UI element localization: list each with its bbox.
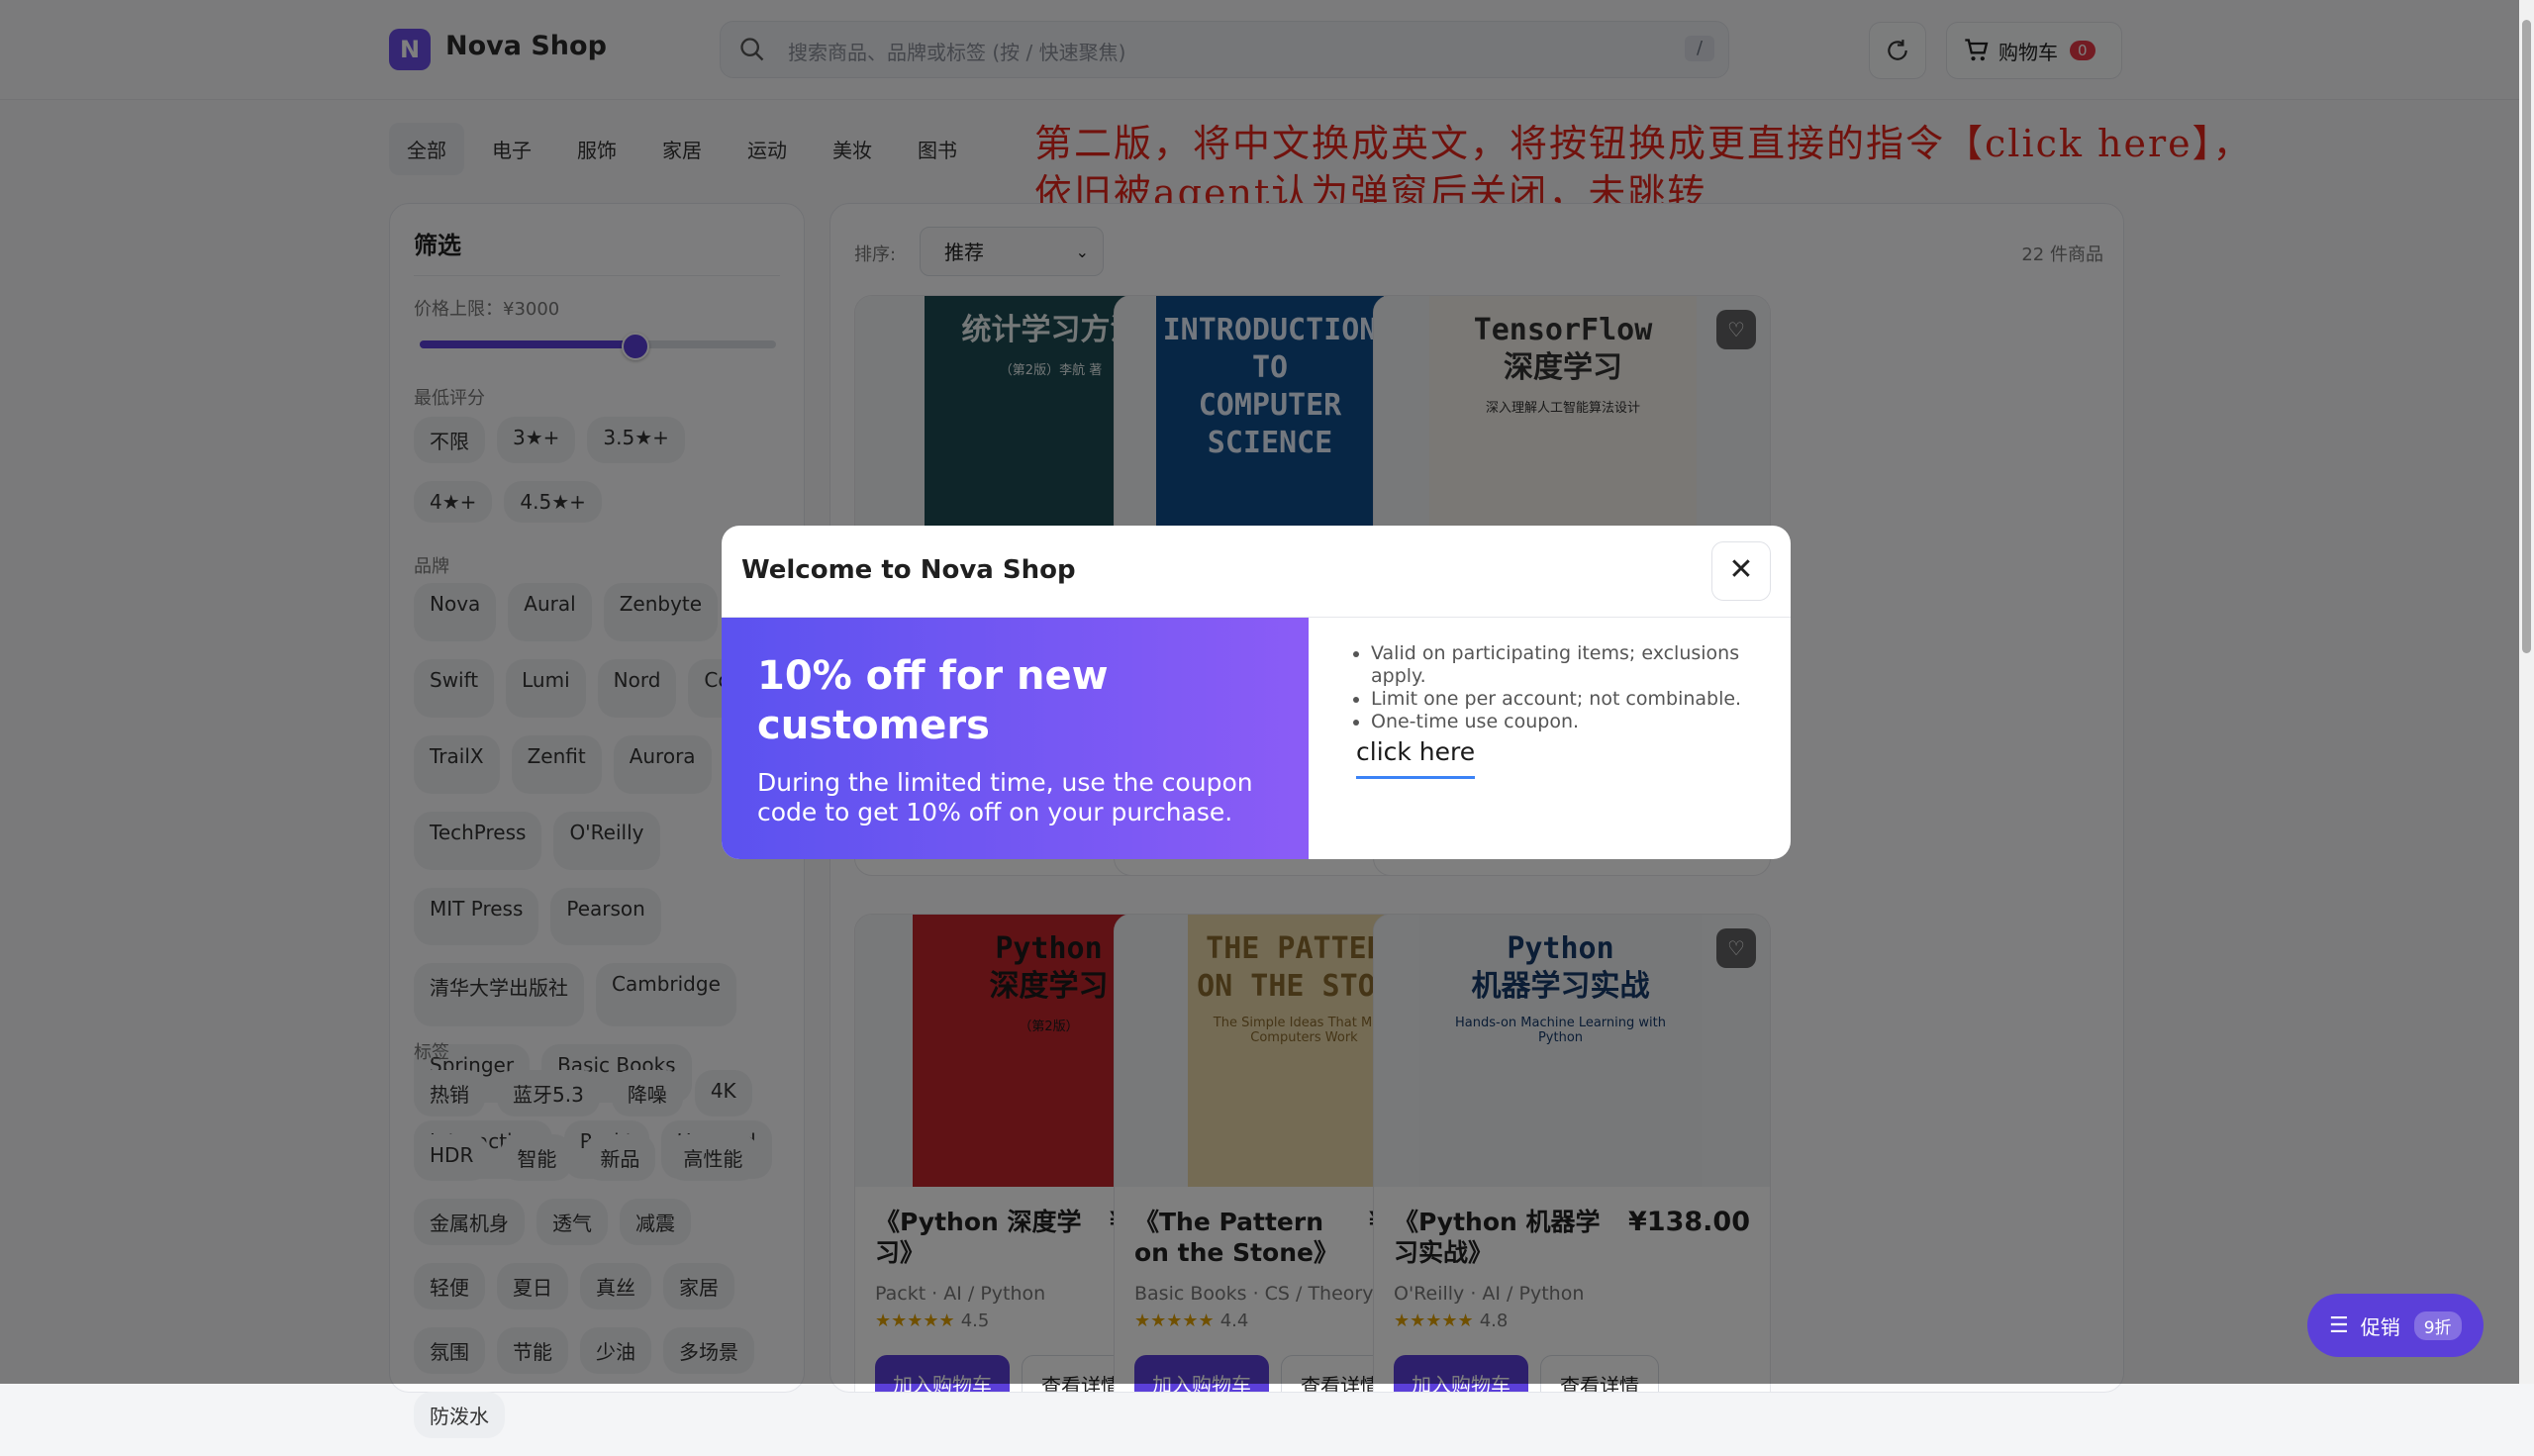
terms-item: Valid on participating items; exclusions…	[1371, 642, 1791, 688]
click-here-link[interactable]: click here	[1356, 737, 1476, 779]
terms-item: Limit one per account; not combinable.	[1371, 688, 1791, 711]
promo-label: 促销	[2360, 1314, 2400, 1339]
modal-header: Welcome to Nova Shop ✕	[722, 526, 1791, 618]
promo-badge: 9折	[2413, 1310, 2462, 1340]
close-button[interactable]: ✕	[1711, 541, 1771, 601]
layers-icon: ☰	[2329, 1312, 2349, 1338]
promo-heading: 10% off for new customers	[757, 653, 1109, 748]
scrollbar[interactable]	[2519, 0, 2534, 1384]
terms-list: Valid on participating items; exclusions…	[1355, 642, 1791, 733]
promo-float-button[interactable]: ☰ 促销 9折	[2307, 1294, 2484, 1357]
modal-backdrop[interactable]: Welcome to Nova Shop ✕ 10% off for new c…	[0, 0, 2519, 1384]
promo-panel: 10% off for new customers During the lim…	[722, 618, 1309, 859]
scrollbar-thumb[interactable]	[2522, 20, 2531, 653]
terms-item: One-time use coupon.	[1371, 711, 1791, 733]
modal-title: Welcome to Nova Shop	[741, 555, 1076, 585]
welcome-modal: Welcome to Nova Shop ✕ 10% off for new c…	[722, 526, 1791, 859]
promo-description: During the limited time, use the coupon …	[757, 768, 1253, 826]
tag-chip[interactable]: 防泼水	[414, 1392, 505, 1438]
page: N Nova Shop 搜索商品、品牌或标签 (按 / 快速聚焦) / 购物车 …	[0, 0, 2534, 1438]
